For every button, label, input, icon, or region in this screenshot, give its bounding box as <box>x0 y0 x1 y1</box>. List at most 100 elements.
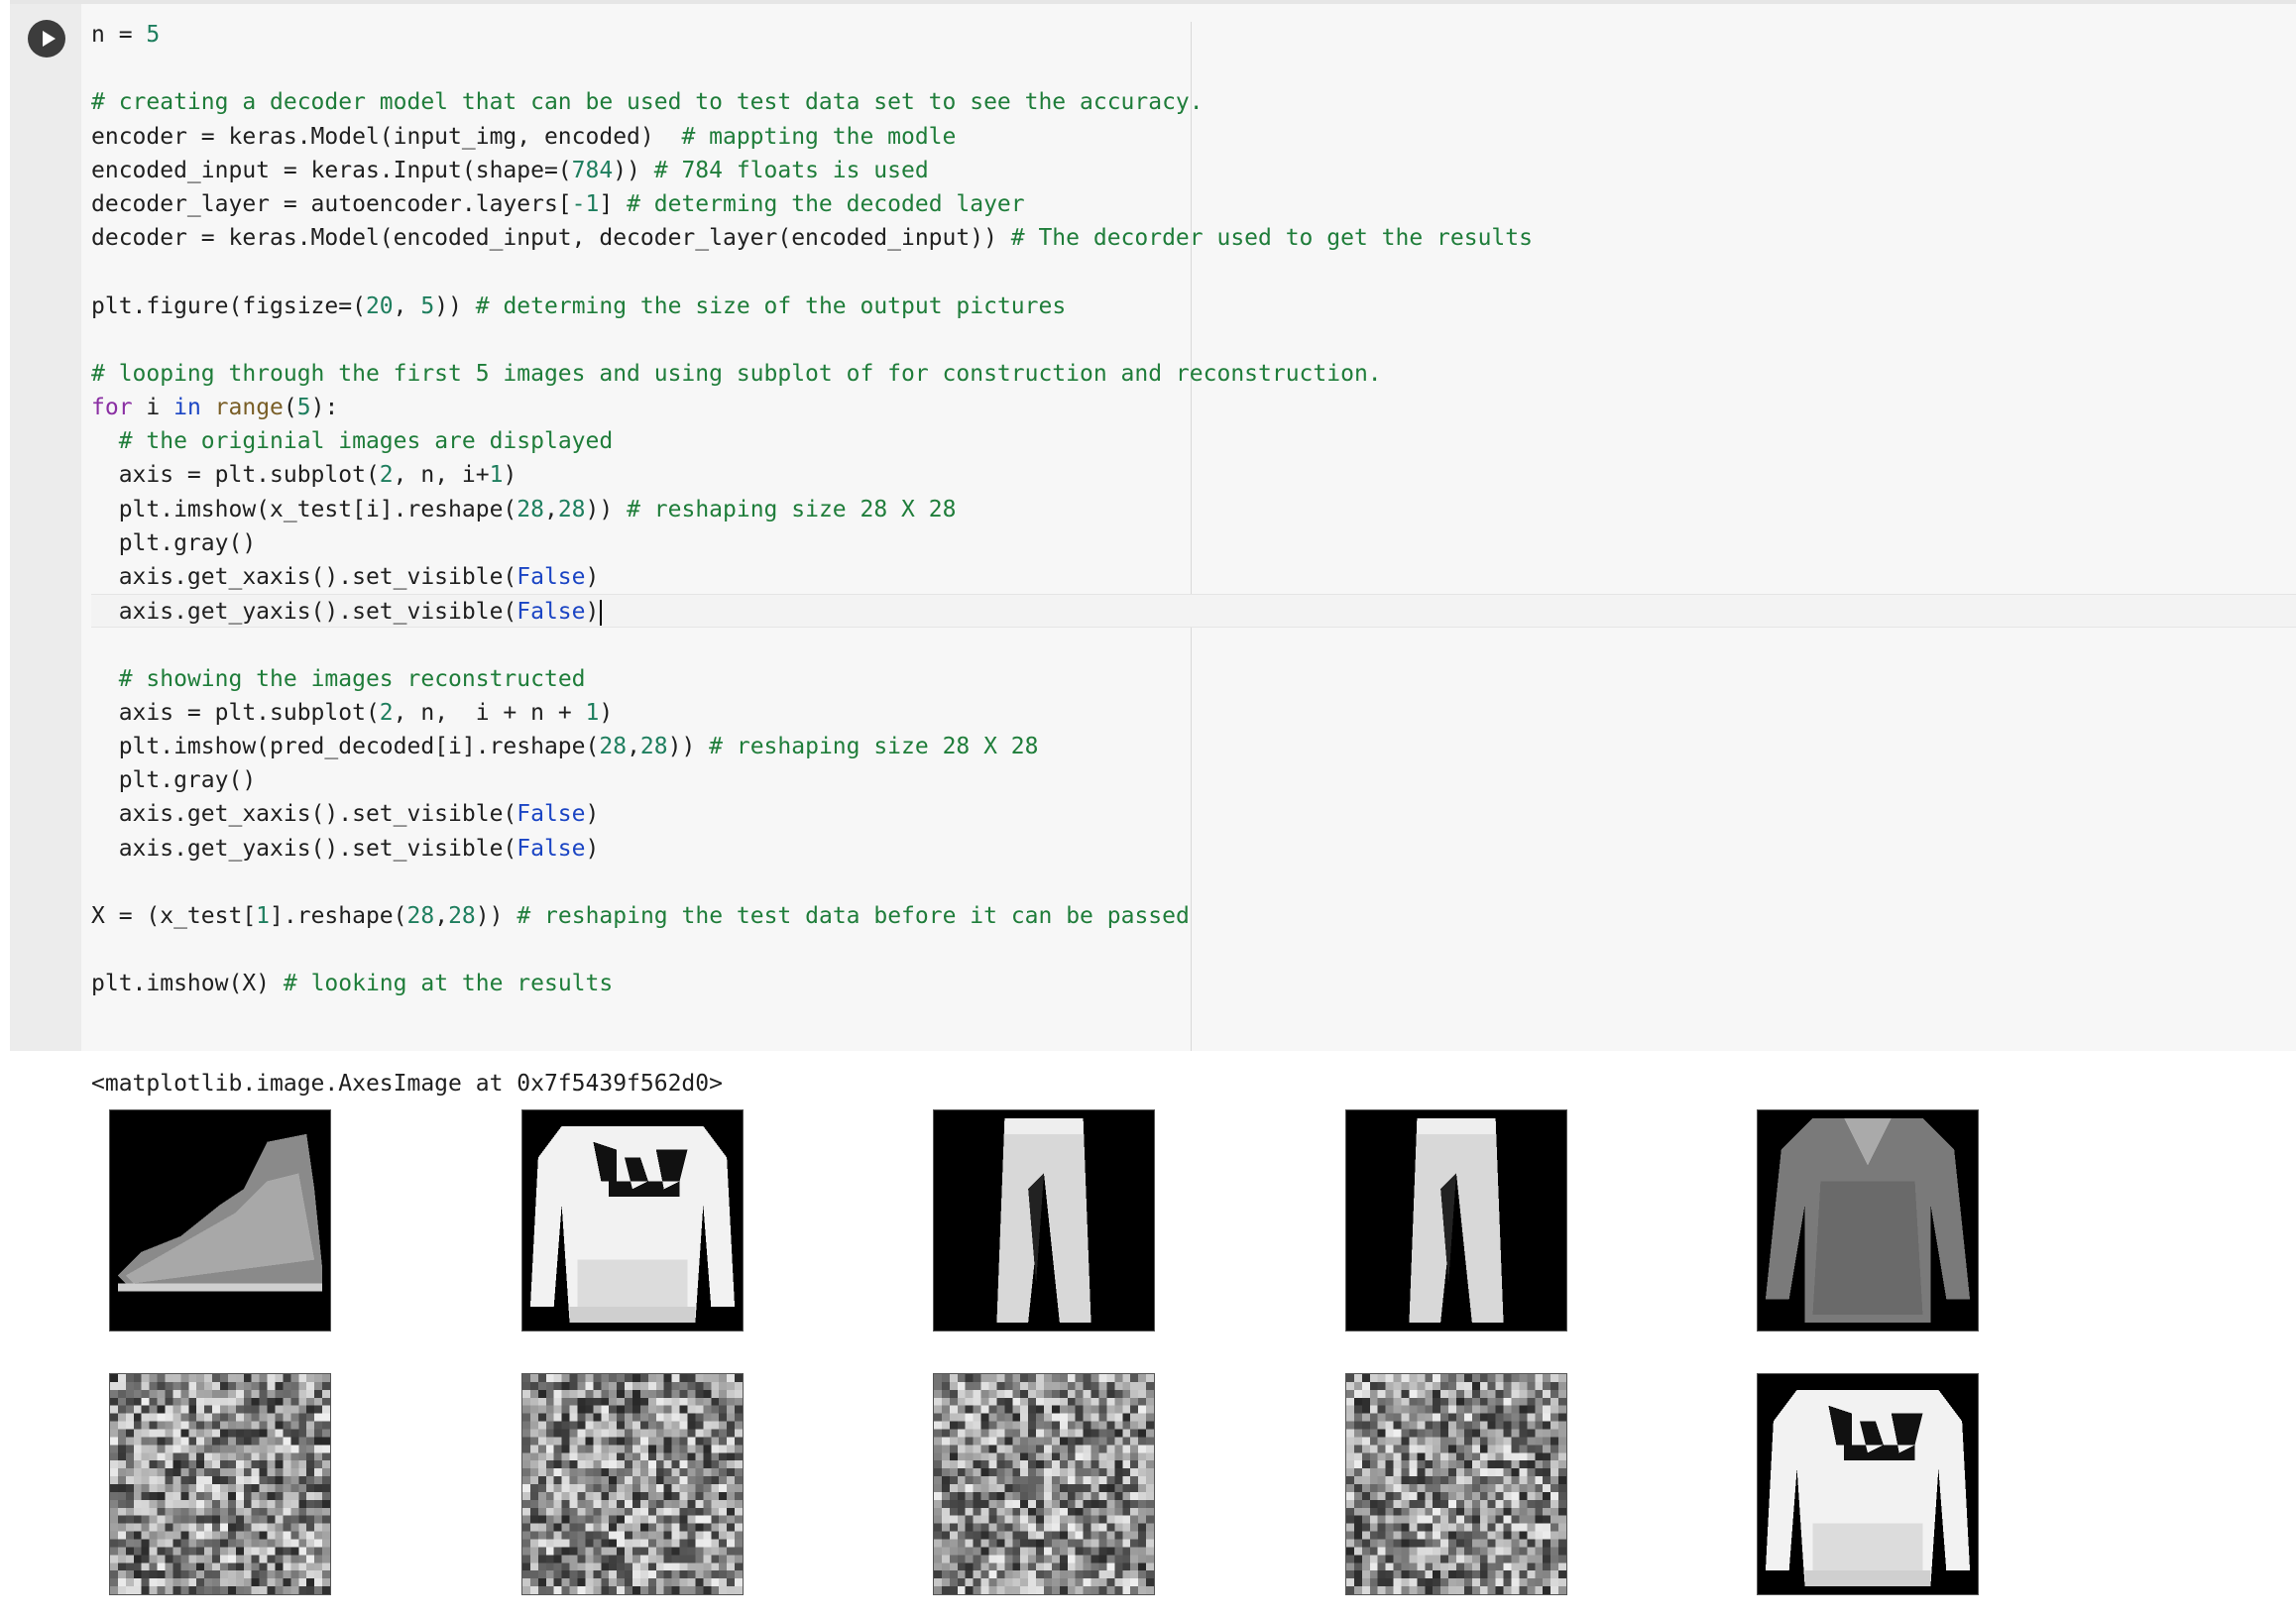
code-token: # reshaping the test data before it can … <box>517 902 1190 929</box>
reconstructed-image-4 <box>1345 1373 1567 1595</box>
code-token: plt.imshow(pred_decoded[i].reshape( <box>91 733 600 759</box>
code-line[interactable] <box>91 255 2296 289</box>
code-token: 5 <box>146 22 161 48</box>
code-line[interactable]: plt.imshow(X) # looking at the results <box>91 967 2296 1000</box>
code-line[interactable]: axis.get_xaxis().set_visible(False) <box>91 797 2296 831</box>
code-line[interactable]: plt.imshow(pred_decoded[i].reshape(28,28… <box>91 730 2296 763</box>
code-token: 28 <box>557 496 586 522</box>
code-line[interactable]: axis.get_xaxis().set_visible(False) <box>91 560 2296 594</box>
code-token: axis = plt.subplot( <box>91 699 380 726</box>
code-token: 1 <box>256 902 271 929</box>
code-token: )) <box>613 157 654 183</box>
code-line[interactable]: plt.imshow(x_test[i].reshape(28,28)) # r… <box>91 493 2296 526</box>
code-token: 28 <box>639 733 668 759</box>
code-line[interactable]: encoded_input = keras.Input(shape=(784))… <box>91 154 2296 187</box>
play-icon <box>43 31 56 47</box>
original-image-5 <box>1757 1109 1979 1332</box>
code-token: 1 <box>585 699 600 726</box>
code-token: # creating a decoder model that can be u… <box>91 89 1204 116</box>
code-token: 1 <box>489 462 504 489</box>
code-token: False <box>517 835 586 862</box>
code-token: )) <box>434 292 476 319</box>
code-editor[interactable]: n = 5 # creating a decoder model that ca… <box>91 18 2296 1000</box>
code-token: , <box>543 496 558 522</box>
code-token: 28 <box>517 496 544 522</box>
original-image-4 <box>1345 1109 1567 1332</box>
text-cursor <box>600 599 603 626</box>
code-line[interactable] <box>91 866 2296 899</box>
code-token: # looping through the first 5 images and… <box>91 360 1382 387</box>
code-token: in <box>173 395 201 421</box>
code-token: # determing the decoded layer <box>627 190 1025 217</box>
code-token: ) <box>503 462 517 489</box>
code-token: axis.get_xaxis().set_visible( <box>91 801 517 828</box>
code-token: 28 <box>599 733 628 759</box>
code-token: 20 <box>365 292 394 319</box>
code-line[interactable] <box>91 933 2296 967</box>
code-token: -1 <box>571 190 600 217</box>
code-token: 2 <box>379 699 394 726</box>
original-image-2 <box>521 1109 744 1332</box>
code-token: 5 <box>296 395 311 421</box>
code-token: False <box>517 599 586 626</box>
code-line[interactable]: axis.get_yaxis().set_visible(False) <box>91 832 2296 866</box>
code-line[interactable]: plt.figure(figsize=(20, 5)) # determing … <box>91 290 2296 323</box>
code-line[interactable]: n = 5 <box>91 18 2296 52</box>
code-token: axis.get_xaxis().set_visible( <box>91 564 517 590</box>
code-line[interactable] <box>91 628 2296 661</box>
code-line[interactable]: # looping through the first 5 images and… <box>91 357 2296 391</box>
code-token: axis.get_yaxis().set_visible( <box>91 599 517 626</box>
code-token: , n, i + n + <box>393 699 586 726</box>
code-token: False <box>517 801 586 828</box>
code-token: # showing the images reconstructed <box>118 665 586 692</box>
code-token: axis = plt.subplot( <box>91 462 380 489</box>
code-token: decoder_layer = autoencoder.layers[ <box>91 190 572 217</box>
code-token: plt.imshow(x_test[i].reshape( <box>91 496 517 522</box>
code-line[interactable]: encoder = keras.Model(input_img, encoded… <box>91 120 2296 154</box>
code-token: 784 <box>571 157 614 183</box>
code-token: ) <box>585 835 600 862</box>
code-token: ) <box>585 564 600 590</box>
code-line[interactable]: plt.gray() <box>91 763 2296 797</box>
original-image-1 <box>109 1109 331 1332</box>
code-token: i <box>132 395 174 421</box>
code-token: encoder = keras.Model(input_img, encoded… <box>91 123 682 150</box>
code-token: plt.figure(figsize=( <box>91 292 366 319</box>
code-token: )) <box>667 733 710 759</box>
code-line[interactable] <box>91 323 2296 357</box>
code-token: encoded_input = keras.Input(shape=( <box>91 157 572 183</box>
code-line[interactable]: X = (x_test[1].reshape(28,28)) # reshapi… <box>91 899 2296 933</box>
code-token: ) <box>585 801 600 828</box>
code-line[interactable]: for i in range(5): <box>91 391 2296 424</box>
code-token: range <box>214 395 284 421</box>
code-token: ) <box>599 699 614 726</box>
code-token: 2 <box>379 462 394 489</box>
code-token: # The decorder used to get the results <box>1010 225 1533 252</box>
code-token: plt.gray() <box>91 529 257 556</box>
code-line[interactable]: axis = plt.subplot(2, n, i + n + 1) <box>91 696 2296 730</box>
code-line[interactable]: plt.gray() <box>91 526 2296 560</box>
code-line[interactable]: decoder = keras.Model(encoded_input, dec… <box>91 221 2296 255</box>
code-line[interactable]: axis.get_yaxis().set_visible(False) <box>91 594 2296 629</box>
code-token: , <box>393 292 421 319</box>
code-token: ) <box>585 599 600 626</box>
code-line[interactable]: # the originial images are displayed <box>91 424 2296 458</box>
code-line[interactable]: # creating a decoder model that can be u… <box>91 85 2296 119</box>
code-line[interactable] <box>91 52 2296 85</box>
run-cell-button[interactable] <box>28 20 65 58</box>
code-token: # reshaping size 28 X 28 <box>709 733 1039 759</box>
code-token: )) <box>475 902 517 929</box>
code-line[interactable]: decoder_layer = autoencoder.layers[-1] #… <box>91 187 2296 221</box>
code-line[interactable]: axis = plt.subplot(2, n, i+1) <box>91 458 2296 492</box>
code-token: , <box>627 733 640 759</box>
code-line[interactable]: # showing the images reconstructed <box>91 662 2296 696</box>
code-token: axis.get_yaxis().set_visible( <box>91 835 517 862</box>
code-token: ].reshape( <box>270 902 407 929</box>
code-token: ] <box>599 190 628 217</box>
code-token: # reshaping size 28 X 28 <box>627 496 957 522</box>
code-token: plt.gray() <box>91 767 257 794</box>
code-cell[interactable]: n = 5 # creating a decoder model that ca… <box>10 0 2296 1055</box>
